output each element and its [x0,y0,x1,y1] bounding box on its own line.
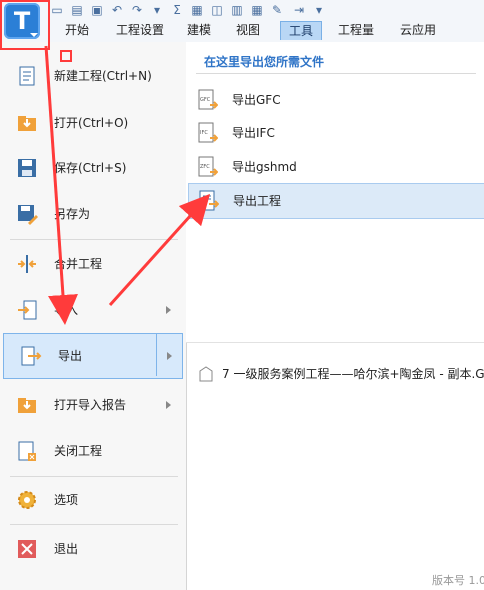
annotation-arrow-diagonal [108,193,211,307]
annotation-arrows [44,45,211,325]
annotation-arrow-down [44,45,78,325]
